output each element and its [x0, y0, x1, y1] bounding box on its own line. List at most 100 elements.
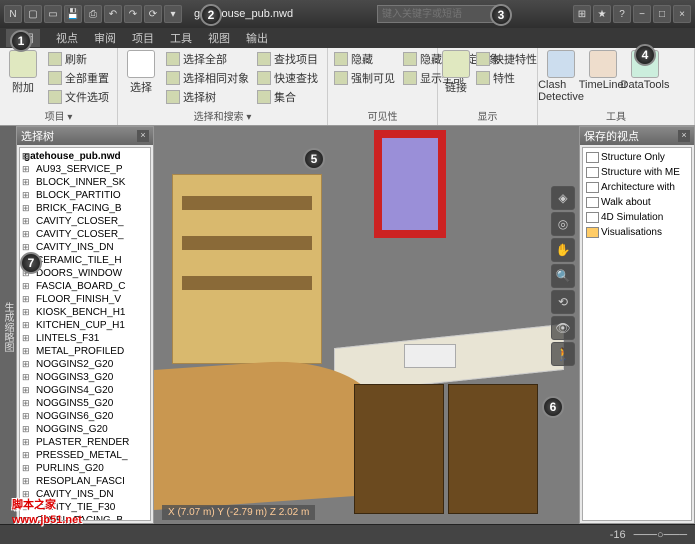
maximize-icon[interactable]: □ [653, 5, 671, 23]
find-icon [257, 52, 271, 66]
tree-item[interactable]: CAVITY_CLOSER_ [22, 215, 148, 228]
tree-item[interactable]: NOGGINS_G20 [22, 423, 148, 436]
callout-1: 1 [10, 30, 32, 52]
selection-tree[interactable]: gatehouse_pub.nwd AU93_SERVICE_PBLOCK_IN… [19, 147, 151, 521]
tree-item[interactable]: PURLINS_G20 [22, 462, 148, 475]
3d-viewport[interactable]: ◈ ◎ ✋ 🔍 ⟲ 👁 🚶 X (7.07 m) Y (-2.79 m) Z 2… [154, 126, 579, 524]
tree-item[interactable]: LINTELS_F31 [22, 332, 148, 345]
reset-all-button[interactable]: 全部重置 [46, 69, 111, 87]
tree-item[interactable]: BRICK_FACING_B [22, 202, 148, 215]
tree-item[interactable]: BLOCK_PARTITIO [22, 189, 148, 202]
quick-find-button[interactable]: 快速查找 [255, 69, 320, 87]
app-menu-button[interactable]: N [4, 5, 22, 23]
select-all-button[interactable]: 选择全部 [164, 50, 251, 68]
tab-view[interactable]: 视图 [208, 30, 230, 46]
tab-item[interactable]: 项目 [132, 30, 154, 46]
properties-button[interactable]: 特性 [474, 69, 539, 87]
clash-detective-button[interactable]: Clash Detective [542, 50, 580, 107]
tree-item[interactable]: NOGGINS3_G20 [22, 371, 148, 384]
seltree-icon [166, 90, 180, 104]
pan-icon[interactable]: ✋ [551, 238, 575, 262]
tree-item[interactable]: CAVITY_INS_DN [22, 241, 148, 254]
walk-icon[interactable]: 🚶 [551, 342, 575, 366]
panel-close-icon[interactable]: × [678, 130, 690, 142]
viewpoint-item[interactable]: Visualisations [585, 225, 689, 240]
viewpoint-item[interactable]: Walk about [585, 195, 689, 210]
watermark: 脚本之家 www.jb51.net [12, 484, 82, 526]
tree-root[interactable]: gatehouse_pub.nwd [22, 150, 148, 163]
viewpoint-item[interactable]: Architecture with [585, 180, 689, 195]
tree-item[interactable]: FASCIA_BOARD_C [22, 280, 148, 293]
find-items-button[interactable]: 查找项目 [255, 50, 320, 68]
tree-item[interactable]: NOGGINS5_G20 [22, 397, 148, 410]
tree-item[interactable]: FLOOR_FINISH_V [22, 293, 148, 306]
tree-item[interactable]: KIOSK_BENCH_H1 [22, 306, 148, 319]
qat-dropdown-icon[interactable]: ▾ [164, 5, 182, 23]
tree-item[interactable]: CAVITY_CLOSER_ [22, 228, 148, 241]
zoom-icon[interactable]: 🔍 [551, 264, 575, 288]
select-button[interactable]: 选择 [122, 50, 160, 107]
tree-item[interactable]: KITCHEN_CUP_H1 [22, 319, 148, 332]
orbit-icon[interactable]: ⟲ [551, 290, 575, 314]
tree-item[interactable]: NOGGINS2_G20 [22, 358, 148, 371]
open-icon[interactable]: ▭ [44, 5, 62, 23]
datatools-label: DataTools [621, 79, 670, 91]
saved-viewpoints-list[interactable]: Structure OnlyStructure with MEArchitect… [582, 147, 692, 521]
print-icon[interactable]: ⎙ [84, 5, 102, 23]
saved-viewpoints-header[interactable]: 保存的视点 × [580, 127, 694, 145]
new-icon[interactable]: ▢ [24, 5, 42, 23]
minimize-icon[interactable]: − [633, 5, 651, 23]
sets-button[interactable]: 集合 [255, 88, 320, 106]
panel-close-icon[interactable]: × [137, 130, 149, 142]
panel-title-select[interactable]: 选择和搜索 ▾ [122, 107, 323, 123]
tree-item[interactable]: PRESSED_METAL_ [22, 449, 148, 462]
close-icon[interactable]: × [673, 5, 691, 23]
panel-title-project[interactable]: 项目 ▾ [4, 107, 113, 123]
quick-props-button[interactable]: 快捷特性 [474, 50, 539, 68]
look-icon[interactable]: 👁 [551, 316, 575, 340]
tree-item[interactable]: DOORS_WINDOW [22, 267, 148, 280]
tree-item[interactable]: METAL_PROFILED [22, 345, 148, 358]
qprops-label: 快捷特性 [493, 51, 537, 67]
favorites-icon[interactable]: ★ [593, 5, 611, 23]
file-options-button[interactable]: 文件选项 [46, 88, 111, 106]
save-icon[interactable]: 💾 [64, 5, 82, 23]
tab-tools[interactable]: 工具 [170, 30, 192, 46]
tree-item[interactable]: BLOCK_INNER_SK [22, 176, 148, 189]
refresh-icon[interactable]: ⟳ [144, 5, 162, 23]
search-input[interactable] [377, 5, 497, 23]
viewcube-icon[interactable]: ◈ [551, 186, 575, 210]
comm-center-icon[interactable]: ⊞ [573, 5, 591, 23]
viewpoint-item[interactable]: Structure with ME [585, 165, 689, 180]
selection-tree-button[interactable]: 选择树 [164, 88, 251, 106]
hide-icon [334, 52, 348, 66]
timeliner-button[interactable]: TimeLiner [584, 50, 622, 107]
redo-icon[interactable]: ↷ [124, 5, 142, 23]
selection-tree-header[interactable]: 选择树 × [17, 127, 153, 145]
main-area: 生成缩略图 选择树 × gatehouse_pub.nwd AU93_SERVI… [0, 126, 695, 524]
undo-icon[interactable]: ↶ [104, 5, 122, 23]
left-dock-strip[interactable]: 生成缩略图 [0, 126, 16, 524]
hide-button[interactable]: 隐藏 [332, 50, 397, 68]
fileopt-label: 文件选项 [65, 89, 109, 105]
append-button[interactable]: 附加 [4, 50, 42, 107]
reset-icon [48, 71, 62, 85]
tab-review[interactable]: 审阅 [94, 30, 116, 46]
tab-viewpoint[interactable]: 视点 [56, 30, 78, 46]
refresh-button[interactable]: 刷新 [46, 50, 111, 68]
help-icon[interactable]: ? [613, 5, 631, 23]
tree-item[interactable]: NOGGINS6_G20 [22, 410, 148, 423]
viewpoint-item[interactable]: Structure Only [585, 150, 689, 165]
require-button[interactable]: 强制可见 [332, 69, 397, 87]
steering-wheel-icon[interactable]: ◎ [551, 212, 575, 236]
select-same-button[interactable]: 选择相同对象 [164, 69, 251, 87]
tree-item[interactable]: NOGGINS4_G20 [22, 384, 148, 397]
tree-item[interactable]: AU93_SERVICE_P [22, 163, 148, 176]
callout-5: 5 [303, 148, 325, 170]
zoom-value: -16 [610, 529, 626, 541]
tree-item[interactable]: PLASTER_RENDER [22, 436, 148, 449]
tab-output[interactable]: 输出 [246, 30, 268, 46]
viewpoint-item[interactable]: 4D Simulation [585, 210, 689, 225]
zoom-slider[interactable]: ───○─── [634, 529, 687, 541]
links-button[interactable]: 链接 [442, 50, 470, 107]
